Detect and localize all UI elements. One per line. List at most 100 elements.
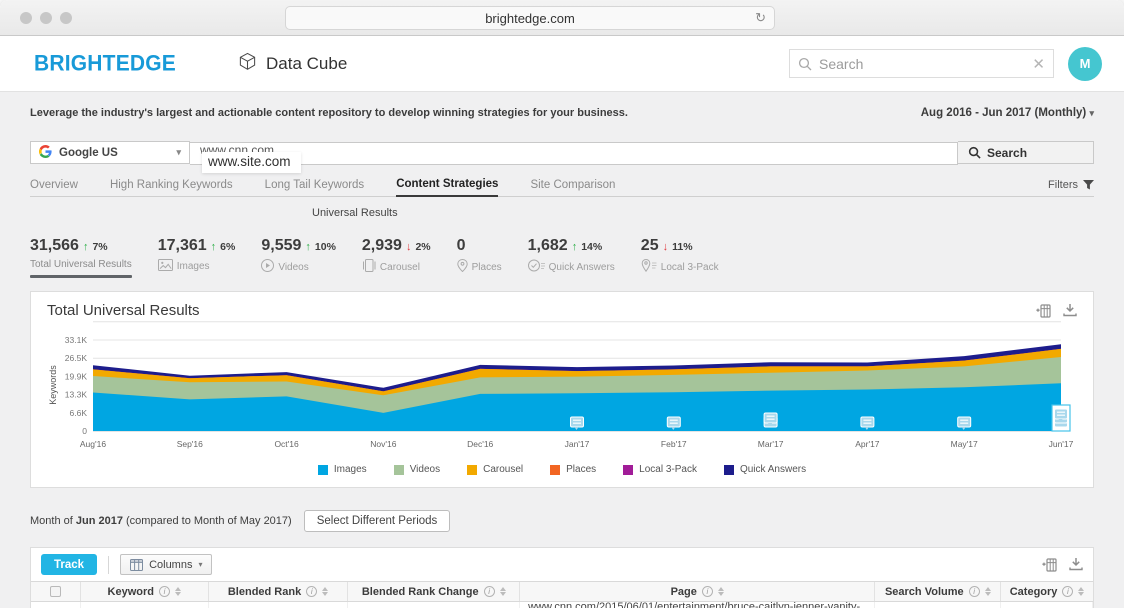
address-bar[interactable]: brightedge.com ↻ [285,6,775,30]
cell-blended-rank: 18 [209,602,349,608]
tagline-text: Leverage the industry's largest and acti… [30,107,628,119]
stat-videos[interactable]: 9,559↑10%Videos [261,237,336,275]
add-to-dashboard-icon[interactable] [1036,304,1051,318]
tab-long-tail-keywords[interactable]: Long Tail Keywords [265,179,365,196]
track-button[interactable]: Track [41,554,97,575]
legend-item-quick-answers[interactable]: Quick Answers [724,464,806,475]
date-range-dropdown[interactable]: Aug 2016 - Jun 2017 (Monthly) ▾ [921,107,1094,119]
domain-input-wrap: www.site.com [190,141,958,164]
legend-item-carousel[interactable]: Carousel [467,464,523,475]
column-header-blended-rank[interactable]: Blended Ranki [209,582,349,601]
sort-icon[interactable] [500,587,506,596]
cell-category: Images [1001,602,1093,608]
stat-carousel[interactable]: 2,939↓2%Carousel [362,237,431,275]
cell-blended-rank-change: 2 [348,602,520,608]
sort-icon[interactable] [985,587,991,596]
url-text: brightedge.com [485,11,575,26]
table-header-row: KeywordiBlended RankiBlended Rank Change… [31,581,1093,602]
stat-change: 10% [315,241,336,253]
search-icon [968,146,981,159]
stat-local-3-pack[interactable]: 25↓11%Local 3-Pack [641,237,719,275]
add-to-dashboard-icon[interactable] [1042,558,1057,572]
google-icon [39,145,52,161]
svg-text:Aug'16: Aug'16 [80,439,106,449]
avatar[interactable]: M [1068,47,1102,81]
images-icon [158,259,173,274]
select-all-header[interactable] [31,582,81,601]
column-label: Keyword [108,586,154,598]
column-header-page[interactable]: Pagei [520,582,875,601]
carousel-icon [362,259,376,275]
window-controls[interactable] [20,12,72,24]
column-header-keyword[interactable]: Keyword i [81,582,209,601]
legend-item-places[interactable]: Places [550,464,596,475]
info-icon[interactable]: i [484,586,495,597]
tab-site-comparison[interactable]: Site Comparison [530,179,615,196]
cube-icon [238,52,257,76]
stat-value: 2,939 [362,237,402,255]
legend-label: Images [334,464,367,475]
sort-icon[interactable] [1078,587,1084,596]
info-icon[interactable]: i [702,586,713,597]
info-icon[interactable]: i [306,586,317,597]
svg-text:May'17: May'17 [951,439,978,449]
tab-overview[interactable]: Overview [30,179,78,196]
info-icon[interactable]: i [159,586,170,597]
select-different-periods-button[interactable]: Select Different Periods [304,510,451,532]
legend-item-images[interactable]: Images [318,464,367,475]
clear-search-icon[interactable]: ✕ [1032,55,1045,73]
search-engine-select[interactable]: Google US ▾ [30,141,190,164]
cell-search-volume: 1,830,000 [875,602,1001,608]
close-window-button[interactable] [20,12,32,24]
legend-swatch [394,465,404,475]
reload-icon[interactable]: ↻ [755,10,766,26]
domain-input[interactable] [190,142,958,165]
info-icon[interactable]: i [969,586,980,597]
tab-high-ranking-keywords[interactable]: High Ranking Keywords [110,179,233,196]
stat-places[interactable]: 0Places [457,237,502,275]
arrow-down-icon: ↓ [406,241,412,253]
legend-item-videos[interactable]: Videos [394,464,440,475]
legend-item-local-3-pack[interactable]: Local 3-Pack [623,464,697,475]
arrow-up-icon: ↑ [572,241,578,253]
tab-content-strategies[interactable]: Content Strategies [396,178,498,197]
videos-icon [261,259,274,275]
zoom-window-button[interactable] [60,12,72,24]
universal-results-stats: 31,566↑7%Total Universal Results 17,361↑6… [30,237,1094,278]
sort-icon[interactable] [175,587,181,596]
svg-text:Sep'16: Sep'16 [177,439,203,449]
column-header-blended-rank-change[interactable]: Blended Rank Changei [348,582,520,601]
legend-swatch [550,465,560,475]
column-header-category[interactable]: Categoryi [1001,582,1093,601]
stat-value: 17,361 [158,237,207,255]
global-search-input[interactable] [819,56,1032,72]
svg-text:Mar'17: Mar'17 [758,439,784,449]
stat-label-row: Videos [261,259,336,275]
search-button[interactable]: Search [958,141,1094,164]
tab-universal-results[interactable]: Universal Results [312,207,398,219]
stacked-area-chart[interactable]: 06.6K13.3K19.9K26.5K33.1KKeywordsAug'16S… [47,319,1079,455]
stat-change: 7% [92,241,107,253]
app-title-label: Data Cube [266,54,347,74]
sort-icon[interactable] [718,587,724,596]
filters-button[interactable]: Filters [1048,179,1094,196]
stat-label: Local 3-Pack [661,262,719,273]
columns-button[interactable]: Columns ▾ [120,554,212,575]
domain-suggestion-overlay[interactable]: www.site.com [202,152,301,173]
minimize-window-button[interactable] [40,12,52,24]
column-header-search-volume[interactable]: Search Volumei [875,582,1001,601]
stat-quick-answers[interactable]: 1,682↑14%Quick Answers [528,237,615,275]
info-icon[interactable]: i [1062,586,1073,597]
column-label: Page [671,586,697,598]
table-row[interactable]: caitlyn jenner182www.cnn.com/2015/06/01/… [31,602,1093,608]
download-icon[interactable] [1069,558,1083,571]
row-select-cell [31,602,81,608]
stat-total-universal-results[interactable]: 31,566↑7%Total Universal Results [30,237,132,278]
global-search-box[interactable]: ✕ [789,49,1054,78]
select-all-checkbox[interactable] [50,586,61,597]
chart-panel: Total Universal Results 06.6K13.3K19.9K2… [30,291,1094,488]
keywords-table-panel: Track Columns ▾ [30,547,1094,608]
sort-icon[interactable] [322,587,328,596]
download-icon[interactable] [1063,304,1077,317]
stat-images[interactable]: 17,361↑6%Images [158,237,236,274]
